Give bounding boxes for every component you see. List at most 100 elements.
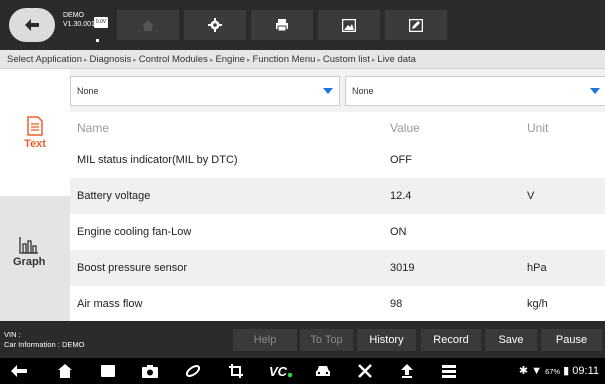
graph-view-tab[interactable]: Graph [0, 196, 70, 321]
nav-tools-button[interactable] [356, 363, 374, 379]
document-icon [27, 115, 43, 136]
wifi-icon: ▼ [531, 365, 543, 377]
home-button[interactable] [117, 10, 179, 40]
table-row[interactable]: Air mass flow 98 kg/h [70, 286, 605, 321]
gear-icon [208, 18, 222, 32]
row-value: ON [390, 226, 407, 238]
header-name: Name [77, 121, 110, 135]
browser-icon [185, 365, 201, 377]
version-info: DEMO V1.30.001 [63, 11, 95, 29]
edit-icon [409, 18, 423, 32]
vehicle-info: VIN : Car Information : DEMO [4, 330, 84, 350]
bar-chart-icon [19, 237, 38, 254]
top-toolbar: DEMO V1.30.001 0.0V [0, 0, 605, 50]
chevron-down-icon [590, 88, 600, 94]
breadcrumb-item[interactable]: Select Application [7, 54, 82, 65]
filter-select-left[interactable]: None [70, 76, 340, 106]
system-nav-bar: VC ✱ ▼ 67% ▮ 09:11 [0, 358, 605, 384]
table-row[interactable]: Engine cooling fan-Low ON [70, 214, 605, 250]
breadcrumb-item[interactable]: Custom list [323, 54, 370, 65]
breadcrumb-item[interactable]: Engine [215, 54, 245, 65]
filter-select-left-value: None [77, 86, 99, 96]
bluetooth-icon: ✱ [518, 365, 529, 377]
breadcrumb-item[interactable]: Diagnosis [90, 54, 132, 65]
filter-bar: None None [70, 69, 605, 112]
table-row[interactable]: Battery voltage 12.4 V [70, 178, 605, 214]
row-name: Battery voltage [77, 190, 151, 202]
row-value: 3019 [390, 262, 415, 274]
filter-select-right-value: None [352, 86, 374, 96]
home-icon [58, 364, 72, 378]
nav-browser-button[interactable] [184, 363, 202, 379]
row-name: Engine cooling fan-Low [77, 226, 192, 238]
nav-menu-button[interactable] [440, 363, 458, 379]
car-info-label: Car Information : DEMO [4, 340, 85, 349]
row-unit: hPa [527, 262, 547, 274]
camera-icon [142, 364, 158, 378]
history-button[interactable]: History [357, 329, 416, 351]
view-mode-sidebar: Text Graph [0, 69, 70, 321]
row-name: MIL status indicator(MIL by DTC) [77, 154, 238, 166]
clock: 09:11 [572, 365, 599, 377]
row-value: 12.4 [390, 190, 412, 202]
back-button[interactable] [9, 8, 55, 42]
row-name: Air mass flow [77, 298, 143, 310]
header-value: Value [390, 121, 420, 135]
header-unit: Unit [527, 121, 549, 135]
table-header: Name Value Unit [70, 112, 605, 145]
vci-icon: VC [269, 364, 293, 378]
text-tab-label: Text [24, 137, 46, 150]
printer-icon [276, 19, 288, 32]
table-row[interactable]: Boost pressure sensor 3019 hPa [70, 250, 605, 286]
print-button[interactable] [251, 10, 313, 40]
back-icon [25, 19, 39, 31]
row-value: OFF [390, 154, 412, 166]
record-button[interactable]: Record [421, 329, 481, 351]
text-view-tab[interactable]: Text [0, 69, 70, 196]
nav-car-button[interactable] [314, 363, 332, 379]
graph-tab-label: Graph [13, 256, 46, 268]
edit-button[interactable] [385, 10, 447, 40]
row-value: 98 [390, 298, 403, 310]
to-top-button[interactable]: To Top [300, 329, 353, 351]
filter-select-right[interactable]: None [345, 76, 605, 106]
row-name: Boost pressure sensor [77, 262, 188, 274]
save-button[interactable]: Save [485, 329, 537, 351]
screenshot-button[interactable] [318, 10, 380, 40]
breadcrumb-item: Live data [377, 54, 416, 65]
home-icon [142, 19, 154, 31]
nav-recents-button[interactable] [99, 363, 117, 379]
menu-icon [442, 364, 456, 378]
voltage-badge-label: 0.0V [94, 17, 108, 28]
version-label: V1.30.001 [63, 21, 95, 28]
battery-voltage-badge: 0.0V [94, 11, 108, 42]
breadcrumb: Select Application ▸ Diagnosis ▸ Control Mod… [0, 50, 605, 69]
row-unit: kg/h [527, 298, 548, 310]
table-row[interactable]: MIL status indicator(MIL by DTC) OFF [70, 142, 605, 178]
breadcrumb-item[interactable]: Function Menu [253, 54, 316, 65]
row-unit: V [527, 190, 535, 202]
live-data-table: Name Value Unit MIL status indicator(MIL… [70, 112, 605, 321]
nav-upload-button[interactable] [398, 363, 416, 379]
svg-text:VC: VC [269, 364, 288, 378]
demo-label: DEMO [63, 12, 84, 19]
breadcrumb-item[interactable]: Control Modules [139, 54, 208, 65]
battery-percent: 67% [545, 367, 561, 376]
car-icon [316, 365, 330, 376]
screenshot-icon [229, 364, 243, 378]
help-button[interactable]: Help [233, 329, 297, 351]
nav-back-button[interactable] [10, 363, 28, 379]
recents-icon [101, 365, 115, 377]
action-bar: VIN : Car Information : DEMO Help To Top… [0, 321, 605, 358]
nav-home-button[interactable] [56, 363, 74, 379]
nav-screenshot-button[interactable] [227, 363, 245, 379]
nav-vci-button[interactable]: VC [268, 363, 294, 379]
battery-icon: ▮ [563, 365, 570, 377]
image-icon [342, 18, 356, 32]
back-arrow-icon [11, 365, 27, 377]
settings-button[interactable] [184, 10, 246, 40]
nav-camera-button[interactable] [141, 363, 159, 379]
system-status: ✱ ▼ 67% ▮ 09:11 [519, 363, 599, 380]
pause-button[interactable]: Pause [541, 329, 602, 351]
chevron-down-icon [323, 88, 333, 94]
